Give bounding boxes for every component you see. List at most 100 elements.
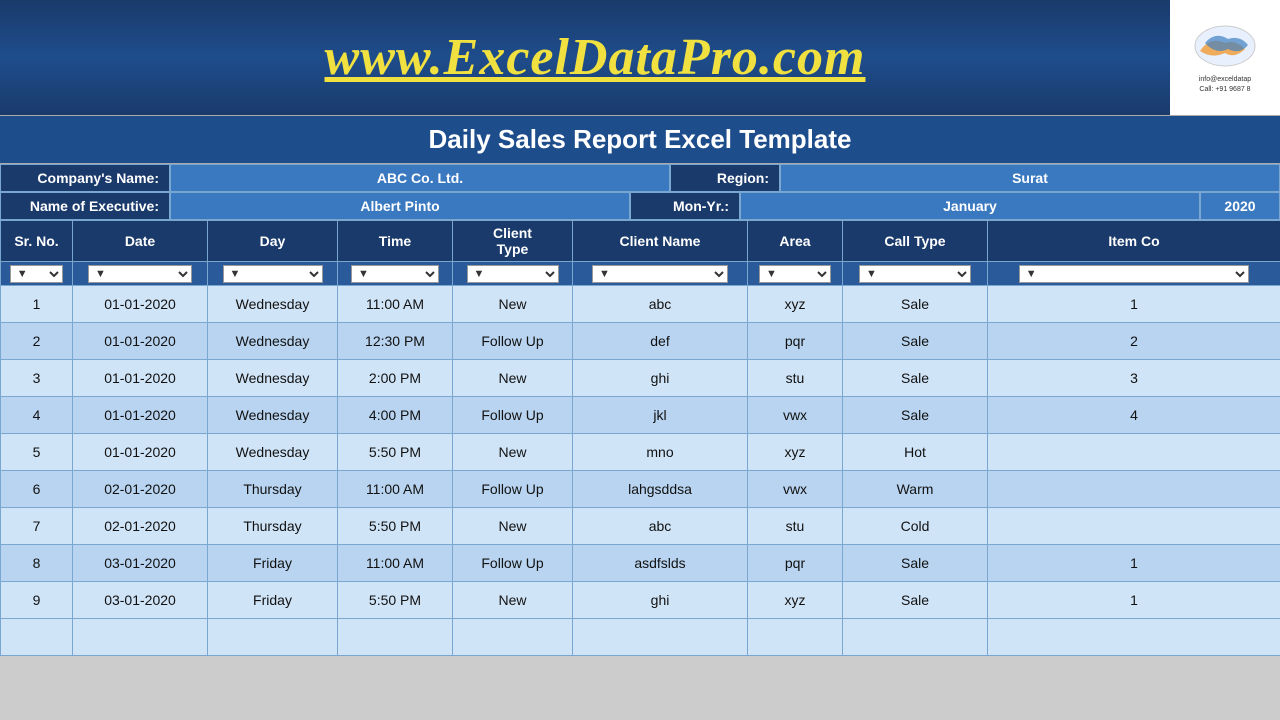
data-table-container: Sr. No. Date Day Time ClientType Client … <box>0 220 1280 656</box>
table-cell: 7 <box>1 508 73 545</box>
filter-clientname: ▼ <box>573 262 748 286</box>
table-cell: New <box>453 286 573 323</box>
table-cell: lahgsddsa <box>573 471 748 508</box>
region-value: Surat <box>780 164 1280 192</box>
executive-row: Name of Executive: Albert Pinto Mon-Yr.:… <box>0 192 1280 220</box>
filter-itemcode: ▼ <box>988 262 1280 286</box>
executive-value: Albert Pinto <box>170 192 630 220</box>
table-cell: 8 <box>1 545 73 582</box>
table-cell: 4 <box>988 397 1280 434</box>
table-cell: 01-01-2020 <box>73 434 208 471</box>
table-cell: pqr <box>748 323 843 360</box>
table-cell: ghi <box>573 360 748 397</box>
empty-cell <box>748 619 843 656</box>
empty-cell <box>453 619 573 656</box>
table-row: 101-01-2020Wednesday11:00 AMNewabcxyzSal… <box>1 286 1280 323</box>
table-cell: 1 <box>988 545 1280 582</box>
table-cell <box>988 471 1280 508</box>
filter-calltype: ▼ <box>843 262 988 286</box>
table-cell: Follow Up <box>453 545 573 582</box>
empty-cell <box>843 619 988 656</box>
header-row: Sr. No. Date Day Time ClientType Client … <box>1 221 1280 262</box>
company-row: Company's Name: ABC Co. Ltd. Region: Sur… <box>0 164 1280 192</box>
table-cell <box>988 434 1280 471</box>
col-header-itemcode: Item Co <box>988 221 1280 262</box>
table-cell: 02-01-2020 <box>73 508 208 545</box>
filter-clientname-select[interactable]: ▼ <box>592 265 728 283</box>
table-cell: Wednesday <box>208 286 338 323</box>
table-cell: 1 <box>988 286 1280 323</box>
filter-area: ▼ <box>748 262 843 286</box>
region-label: Region: <box>670 164 780 192</box>
empty-row <box>1 619 1280 656</box>
col-header-clientname: Client Name <box>573 221 748 262</box>
table-cell: 4:00 PM <box>338 397 453 434</box>
website-title: www.ExcelDataPro.com <box>0 28 1170 87</box>
table-cell: xyz <box>748 286 843 323</box>
table-cell: 01-01-2020 <box>73 286 208 323</box>
table-cell: Sale <box>843 582 988 619</box>
filter-time: ▼ <box>338 262 453 286</box>
table-cell: Sale <box>843 545 988 582</box>
table-cell: 1 <box>1 286 73 323</box>
table-cell: xyz <box>748 434 843 471</box>
table-cell: 3 <box>1 360 73 397</box>
table-row: 702-01-2020Thursday5:50 PMNewabcstuCold <box>1 508 1280 545</box>
table-cell: 01-01-2020 <box>73 360 208 397</box>
table-cell: Hot <box>843 434 988 471</box>
table-row: 501-01-2020Wednesday5:50 PMNewmnoxyzHot <box>1 434 1280 471</box>
table-cell: Friday <box>208 582 338 619</box>
filter-calltype-select[interactable]: ▼ <box>859 265 971 283</box>
empty-cell <box>988 619 1280 656</box>
table-cell: asdfslds <box>573 545 748 582</box>
filter-itemcode-select[interactable]: ▼ <box>1019 265 1249 283</box>
empty-cell <box>1 619 73 656</box>
table-cell: 2:00 PM <box>338 360 453 397</box>
table-cell: New <box>453 582 573 619</box>
table-cell: 5:50 PM <box>338 582 453 619</box>
col-header-day: Day <box>208 221 338 262</box>
filter-row: ▼ ▼ ▼ ▼ ▼ ▼ ▼ <box>1 262 1280 286</box>
col-header-area: Area <box>748 221 843 262</box>
filter-clienttype-select[interactable]: ▼ <box>467 265 559 283</box>
empty-cell <box>73 619 208 656</box>
table-cell: Friday <box>208 545 338 582</box>
table-cell: 03-01-2020 <box>73 582 208 619</box>
col-header-date: Date <box>73 221 208 262</box>
table-cell: mno <box>573 434 748 471</box>
filter-day-select[interactable]: ▼ <box>223 265 323 283</box>
table-cell: Wednesday <box>208 323 338 360</box>
empty-cell <box>208 619 338 656</box>
filter-date-select[interactable]: ▼ <box>88 265 192 283</box>
table-row: 201-01-2020Wednesday12:30 PMFollow Updef… <box>1 323 1280 360</box>
info-section: Company's Name: ABC Co. Ltd. Region: Sur… <box>0 164 1280 220</box>
col-header-time: Time <box>338 221 453 262</box>
table-cell: 6 <box>1 471 73 508</box>
table-cell: Wednesday <box>208 397 338 434</box>
filter-srno-select[interactable]: ▼ <box>10 265 64 283</box>
table-cell: 03-01-2020 <box>73 545 208 582</box>
table-cell: Cold <box>843 508 988 545</box>
table-cell: 01-01-2020 <box>73 397 208 434</box>
filter-srno: ▼ <box>1 262 73 286</box>
table-cell: jkl <box>573 397 748 434</box>
table-body: 101-01-2020Wednesday11:00 AMNewabcxyzSal… <box>1 286 1280 656</box>
table-cell: ghi <box>573 582 748 619</box>
table-cell: 5:50 PM <box>338 508 453 545</box>
filter-clienttype: ▼ <box>453 262 573 286</box>
table-cell: 12:30 PM <box>338 323 453 360</box>
table-cell: Follow Up <box>453 323 573 360</box>
table-cell: Follow Up <box>453 397 573 434</box>
year-value: 2020 <box>1200 192 1280 220</box>
filter-area-select[interactable]: ▼ <box>759 265 831 283</box>
filter-time-select[interactable]: ▼ <box>351 265 439 283</box>
company-label: Company's Name: <box>0 164 170 192</box>
filter-day: ▼ <box>208 262 338 286</box>
table-cell: 9 <box>1 582 73 619</box>
table-cell: 5 <box>1 434 73 471</box>
table-cell: 01-01-2020 <box>73 323 208 360</box>
table-cell: New <box>453 360 573 397</box>
empty-cell <box>338 619 453 656</box>
table-cell: Thursday <box>208 508 338 545</box>
table-cell: Wednesday <box>208 434 338 471</box>
